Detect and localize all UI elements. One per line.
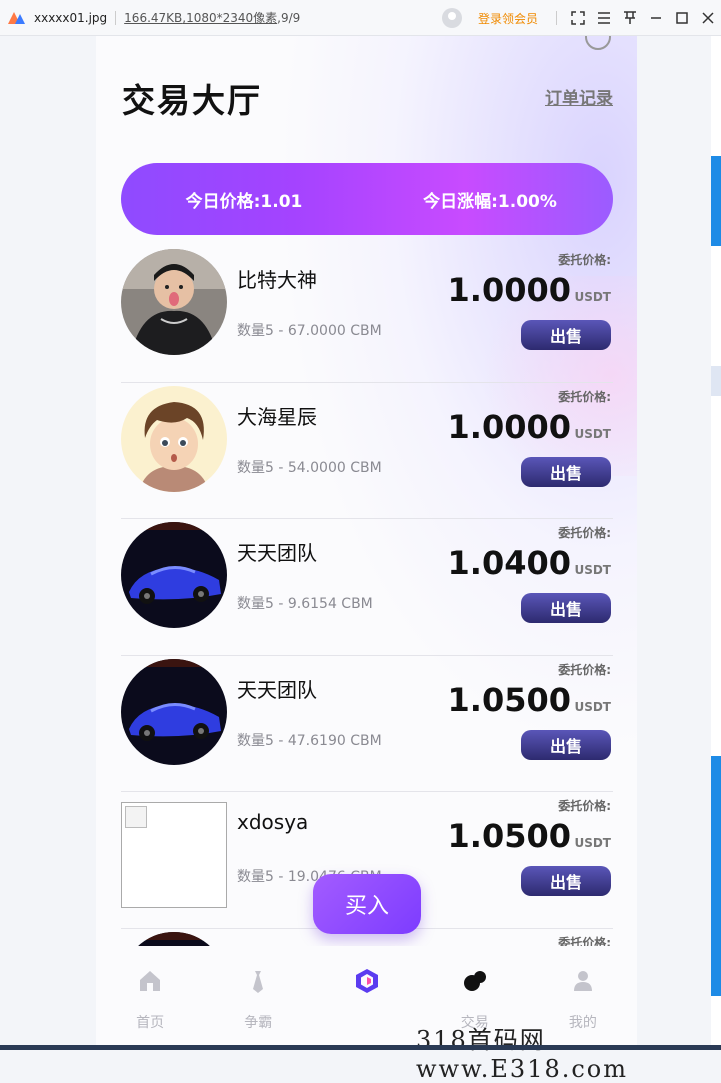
order-price: 1.0500 <box>447 817 571 855</box>
trade-quantity: 数量5 - 47.6190 CBM <box>237 732 382 749</box>
trader-name: 大海星辰 <box>237 404 317 429</box>
user-icon <box>570 968 596 994</box>
order-price-label: 委托价格: <box>558 526 611 540</box>
background-window-block <box>711 756 721 996</box>
dots-icon <box>462 968 488 994</box>
tab-center[interactable] <box>312 946 420 1046</box>
order-price-label: 委托价格: <box>558 662 611 677</box>
trade-row: 比特大神 数量5 - 67.0000 CBM 委托价格: 1.0000 USDT… <box>121 246 613 383</box>
trader-name: 比特大神 <box>237 268 317 292</box>
price-unit: USDT <box>574 836 611 850</box>
trade-quantity: 数量5 - 54.0000 CBM <box>237 459 382 476</box>
trade-row: 大海星辰 数量5 - 54.0000 CBM 委托价格: 1.0000 USDT… <box>121 383 613 519</box>
viewer-divider-right <box>556 11 557 25</box>
sell-button[interactable]: 出售 <box>521 866 611 896</box>
order-price-label: 委托价格: <box>558 253 611 267</box>
page-title: 交易大厅 <box>122 81 262 120</box>
buy-button[interactable]: 买入 <box>313 874 421 934</box>
price-unit: USDT <box>574 699 611 714</box>
broken-image-icon <box>121 802 227 908</box>
order-price-label: 委托价格: <box>558 799 611 813</box>
menu-icon[interactable] <box>591 0 617 36</box>
today-price: 今日价格:1.01 <box>185 191 303 212</box>
taskbar-edge <box>0 1045 721 1050</box>
avatar <box>121 385 227 492</box>
order-price: 1.0000 <box>447 271 571 309</box>
order-price-label: 委托价格: <box>558 389 611 404</box>
order-price: 1.0400 <box>447 544 571 582</box>
order-price: 1.0500 <box>447 680 571 719</box>
sell-button[interactable]: 出售 <box>521 729 611 760</box>
sell-button[interactable]: 出售 <box>521 320 611 350</box>
order-history-link[interactable]: 订单记录 <box>545 84 613 109</box>
today-change: 今日涨幅:1.00% <box>423 191 557 212</box>
trader-name: xdosya <box>237 810 309 834</box>
trade-row: 天天团队 数量5 - 47.6190 CBM 委托价格: 1.0500 USDT… <box>121 656 613 792</box>
trader-name: 天天团队 <box>237 541 317 565</box>
trader-name: 天天团队 <box>237 677 317 702</box>
account-avatar-icon[interactable] <box>441 8 462 28</box>
tab-compete[interactable]: 争霸 <box>204 946 312 1046</box>
vip-login-link[interactable]: 登录领会员 <box>478 10 538 27</box>
trade-quantity: 数量5 - 9.6154 CBM <box>237 596 373 612</box>
avatar <box>121 658 227 765</box>
avatar <box>121 249 227 355</box>
sell-button[interactable]: 出售 <box>521 593 611 623</box>
background-window-edge <box>711 36 721 1050</box>
minimize-icon[interactable] <box>643 0 669 36</box>
tab-label: 首页 <box>136 1015 165 1031</box>
tab-label: 争霸 <box>244 1015 273 1031</box>
pin-icon[interactable] <box>617 0 643 36</box>
trade-quantity: 数量5 - 67.0000 CBM <box>237 323 382 339</box>
avatar <box>121 522 227 628</box>
viewer-titlebar: xxxxx01.jpg 166.47KB ,1080*2340像素 ,9/9 登… <box>0 0 721 36</box>
fullscreen-icon[interactable] <box>565 0 591 36</box>
maximize-icon[interactable] <box>669 0 695 36</box>
trade-logo-icon <box>354 968 380 994</box>
tab-home[interactable]: 首页 <box>96 946 204 1046</box>
order-price: 1.0000 <box>447 407 571 446</box>
close-icon[interactable] <box>695 0 721 36</box>
viewer-page-counter: ,9/9 <box>277 10 301 25</box>
trade-row: 天天团队 数量5 - 9.6154 CBM 委托价格: 1.0400 USDT … <box>121 519 613 656</box>
viewer-file-name: xxxxx01.jpg <box>34 10 108 25</box>
background-window-block <box>711 156 721 246</box>
price-banner: 今日价格:1.01 今日涨幅:1.00% <box>121 163 613 235</box>
price-unit: USDT <box>574 290 611 304</box>
price-unit: USDT <box>574 563 611 577</box>
home-icon <box>137 968 163 994</box>
site-watermark: 318首码网 www.E318.com <box>416 1026 629 1083</box>
viewer-dimensions[interactable]: ,1080*2340像素 <box>182 9 277 26</box>
viewer-divider <box>115 10 117 25</box>
phone-screen: 交易大厅 订单记录 今日价格:1.01 今日涨幅:1.00% 比特大神 数量5 … <box>96 36 637 1046</box>
viewer-file-size[interactable]: 166.47KB <box>124 11 182 25</box>
background-window-block <box>711 366 721 396</box>
sell-button[interactable]: 出售 <box>521 456 611 487</box>
viewer-logo-icon <box>6 7 28 29</box>
price-unit: USDT <box>574 426 611 441</box>
tie-icon <box>245 968 271 994</box>
